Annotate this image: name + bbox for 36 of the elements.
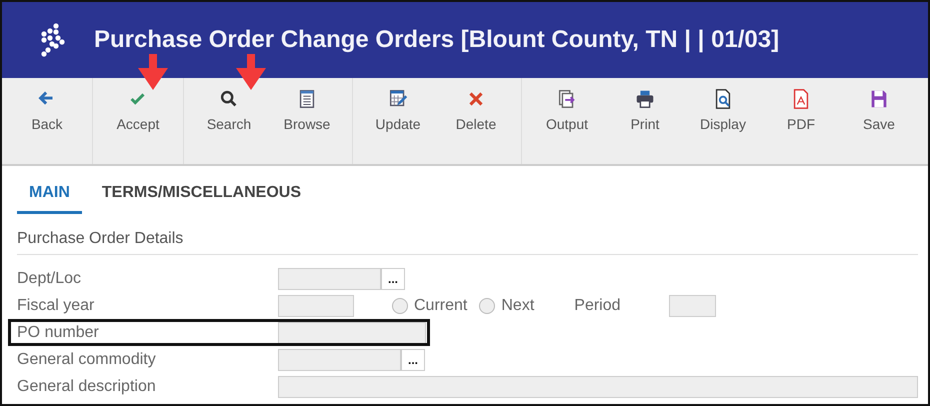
window-title: Purchase Order Change Orders [Blount County, TN | | 01/03]: [94, 26, 780, 54]
tab[interactable]: TERMS/MISCELLANEOUS: [102, 180, 302, 214]
radio-label: Next: [501, 296, 534, 314]
radio-button[interactable]: [479, 298, 496, 314]
radio-button[interactable]: [392, 298, 408, 314]
print-icon: [634, 88, 656, 110]
field-label: Dept/Loc: [16, 270, 82, 288]
input-field[interactable]: [278, 322, 426, 344]
toolbar-button[interactable]: Print: [606, 78, 684, 164]
toolbar-button[interactable]: Save: [840, 78, 918, 164]
toolbar-button[interactable]: Search: [190, 78, 268, 164]
toolbar-button[interactable]: Browse: [268, 78, 346, 164]
lookup-button[interactable]: ...: [401, 348, 425, 370]
radio-label: Current: [414, 296, 468, 314]
section-title: Purchase Order Details: [17, 230, 918, 255]
tab[interactable]: MAIN: [17, 180, 82, 214]
input-field[interactable]: [668, 294, 716, 316]
field-label: General description: [16, 378, 157, 396]
toolbar-button[interactable]: Back: [8, 78, 86, 164]
field-label: Period: [574, 296, 621, 314]
toolbar-button[interactable]: Delete: [437, 78, 515, 164]
input-field[interactable]: [278, 348, 401, 370]
input-field[interactable]: [278, 268, 381, 290]
toolbar-button[interactable]: Accept: [99, 78, 177, 164]
toolbar-button[interactable]: Update: [359, 78, 437, 164]
toolbar-button[interactable]: Output: [528, 78, 606, 164]
lookup-button[interactable]: ...: [381, 268, 405, 290]
input-field[interactable]: [278, 294, 354, 316]
annotation-arrow: [138, 54, 168, 90]
toolbar-button[interactable]: Display: [684, 78, 762, 164]
annotation-arrow: [236, 54, 266, 90]
toolbar-button[interactable]: PDF: [762, 78, 840, 164]
field-label: Fiscal year: [16, 296, 96, 314]
input-field[interactable]: [278, 376, 918, 398]
field-label: PO number: [16, 324, 100, 342]
field-label: General commodity: [16, 350, 157, 368]
